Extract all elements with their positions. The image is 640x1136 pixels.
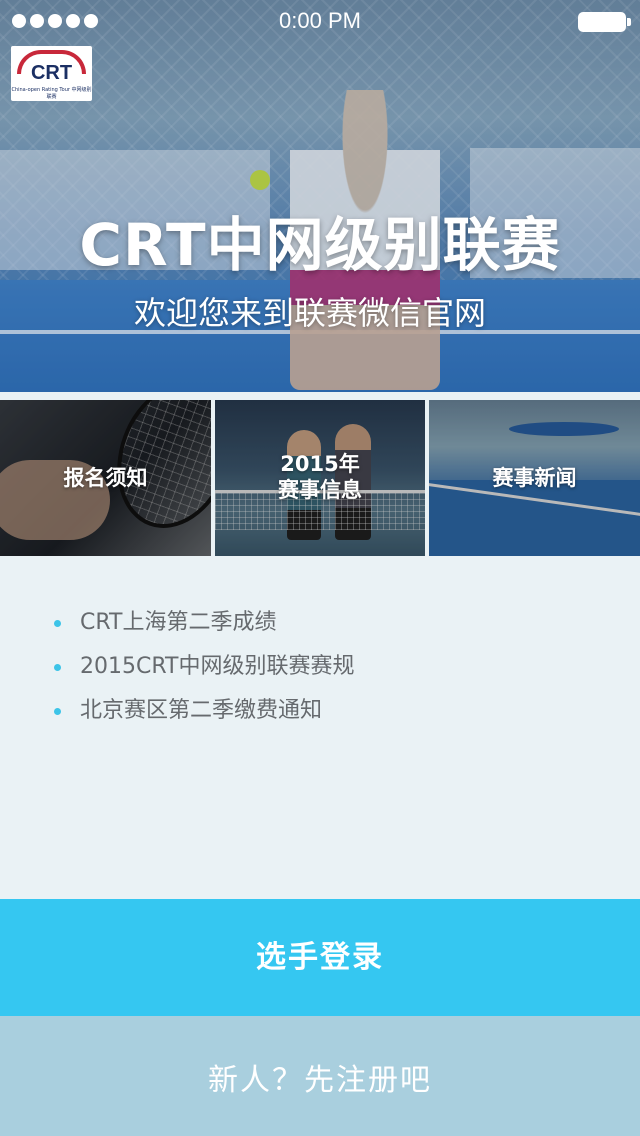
logo-subtitle: China-open Rating Tour 中网级别联赛	[11, 87, 92, 100]
register-button[interactable]: 新人？先注册吧	[0, 1016, 640, 1136]
bullet-icon	[54, 708, 61, 715]
list-item[interactable]: 2015CRT中网级别联赛赛规	[54, 650, 614, 694]
list-item[interactable]: CRT上海第二季成绩	[54, 606, 614, 650]
page-title: CRT中网级别联赛	[79, 211, 561, 279]
category-tiles: 报名须知 2015年 赛事信息 赛事新闻	[0, 400, 640, 556]
battery-icon	[578, 12, 631, 32]
status-bar: 0:00 PM	[0, 0, 640, 44]
bullet-icon	[54, 664, 61, 671]
tile-event-news[interactable]: 赛事新闻	[429, 400, 640, 556]
tile-label: 赛事新闻	[492, 466, 577, 490]
tile-label: 2015年	[280, 452, 360, 476]
tile-event-info[interactable]: 2015年 赛事信息	[215, 400, 425, 556]
news-item-title: 北京赛区第二季缴费通知	[80, 698, 323, 723]
logo-text: CRT	[30, 62, 73, 84]
status-time: 0:00 PM	[279, 8, 361, 33]
page-subtitle: 欢迎您来到联赛微信官网	[133, 294, 486, 332]
tile-photo-court	[429, 480, 640, 556]
news-list: CRT上海第二季成绩 2015CRT中网级别联赛赛规 北京赛区第二季缴费通知	[54, 606, 614, 738]
news-item-title: 2015CRT中网级别联赛赛规	[80, 654, 355, 679]
tile-label: 赛事信息	[278, 478, 362, 502]
bullet-icon	[54, 620, 61, 627]
news-item-title: CRT上海第二季成绩	[80, 610, 277, 635]
player-login-button[interactable]: 选手登录	[0, 899, 640, 1016]
tile-registration-notice[interactable]: 报名须知	[0, 400, 211, 556]
tile-label: 报名须知	[63, 466, 148, 490]
crt-logo[interactable]: CRT China-open Rating Tour 中网级别联赛	[11, 46, 92, 101]
list-item[interactable]: 北京赛区第二季缴费通知	[54, 694, 614, 738]
tile-photo-umbrellas	[509, 422, 619, 436]
